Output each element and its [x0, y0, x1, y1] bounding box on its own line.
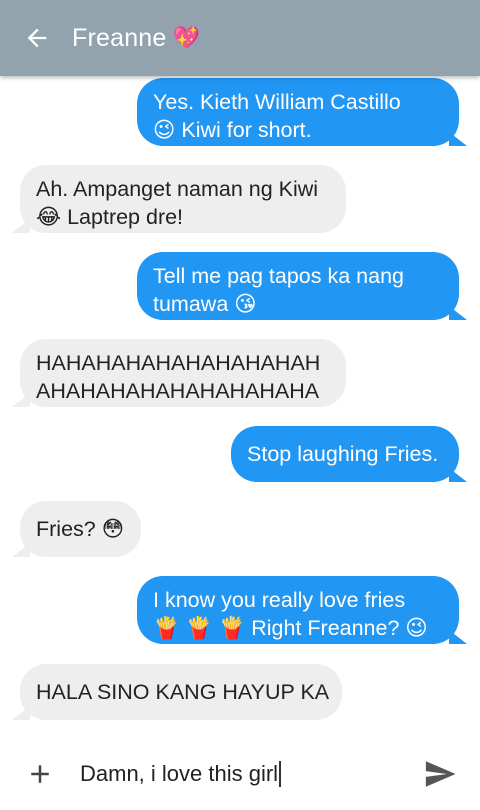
message-text: 😉 Kiwi for short. [153, 118, 312, 142]
message-text: I know you really love fries [153, 588, 406, 612]
app-header: Freanne 💖 [0, 0, 480, 76]
message-text: HAHAHAHAHAHAHAHAHAH [36, 351, 321, 375]
message-bubble-outgoing: I know you really love fries 🍟 🍟 🍟 Right… [137, 576, 467, 644]
message-text: HALA SINO KANG HAYUP KA [36, 680, 330, 704]
message-text: AHAHAHAHAHAHAHAHAHA [36, 379, 320, 403]
message-list[interactable]: Yes. Kieth William Castillo 😉 Kiwi for s… [0, 76, 480, 736]
sparkling-heart-icon: 💖 [172, 25, 201, 50]
message-bubble-incoming: Ah. Ampanget naman ng Kiwi 😂 Laptrep dre… [12, 165, 346, 233]
message-text: 😂 Laptrep dre! [36, 205, 184, 229]
message-composer: Damn, i love this girl [0, 738, 480, 810]
message-bubble-incoming: HAHAHAHAHAHAHAHAHAH AHAHAHAHAHAHAHAHAHA [12, 339, 346, 407]
message-bubble-outgoing: Tell me pag tapos ka nang tumawa 😘 [137, 252, 467, 320]
send-button[interactable] [420, 754, 460, 794]
message-text: 🍟 🍟 🍟 Right Freanne? 😉 [153, 616, 428, 640]
message-bubble-outgoing: Stop laughing Fries. [231, 426, 467, 482]
message-bubble-incoming: Fries? 😳 [12, 501, 141, 557]
message-text: Tell me pag tapos ka nang [153, 264, 404, 288]
contact-name: Freanne [72, 23, 167, 52]
text-caret [279, 761, 281, 787]
back-button[interactable] [12, 13, 62, 63]
message-text: Yes. Kieth William Castillo [153, 90, 401, 114]
arrow-left-icon [27, 28, 47, 48]
message-bubble-incoming: HALA SINO KANG HAYUP KA [12, 664, 342, 720]
conversation-title: Freanne 💖 [72, 24, 200, 53]
message-text: tumawa 😘 [153, 292, 257, 316]
plus-icon [31, 765, 49, 783]
message-input[interactable]: Damn, i love this girl [80, 761, 281, 787]
message-text: Fries? 😳 [36, 517, 125, 541]
message-text: Ah. Ampanget naman ng Kiwi [36, 177, 319, 201]
send-icon [425, 761, 456, 787]
message-text: Stop laughing Fries. [247, 442, 439, 466]
add-attachment-button[interactable] [18, 752, 62, 796]
message-input-value: Damn, i love this girl [80, 761, 279, 786]
message-bubble-outgoing: Yes. Kieth William Castillo 😉 Kiwi for s… [137, 78, 467, 146]
